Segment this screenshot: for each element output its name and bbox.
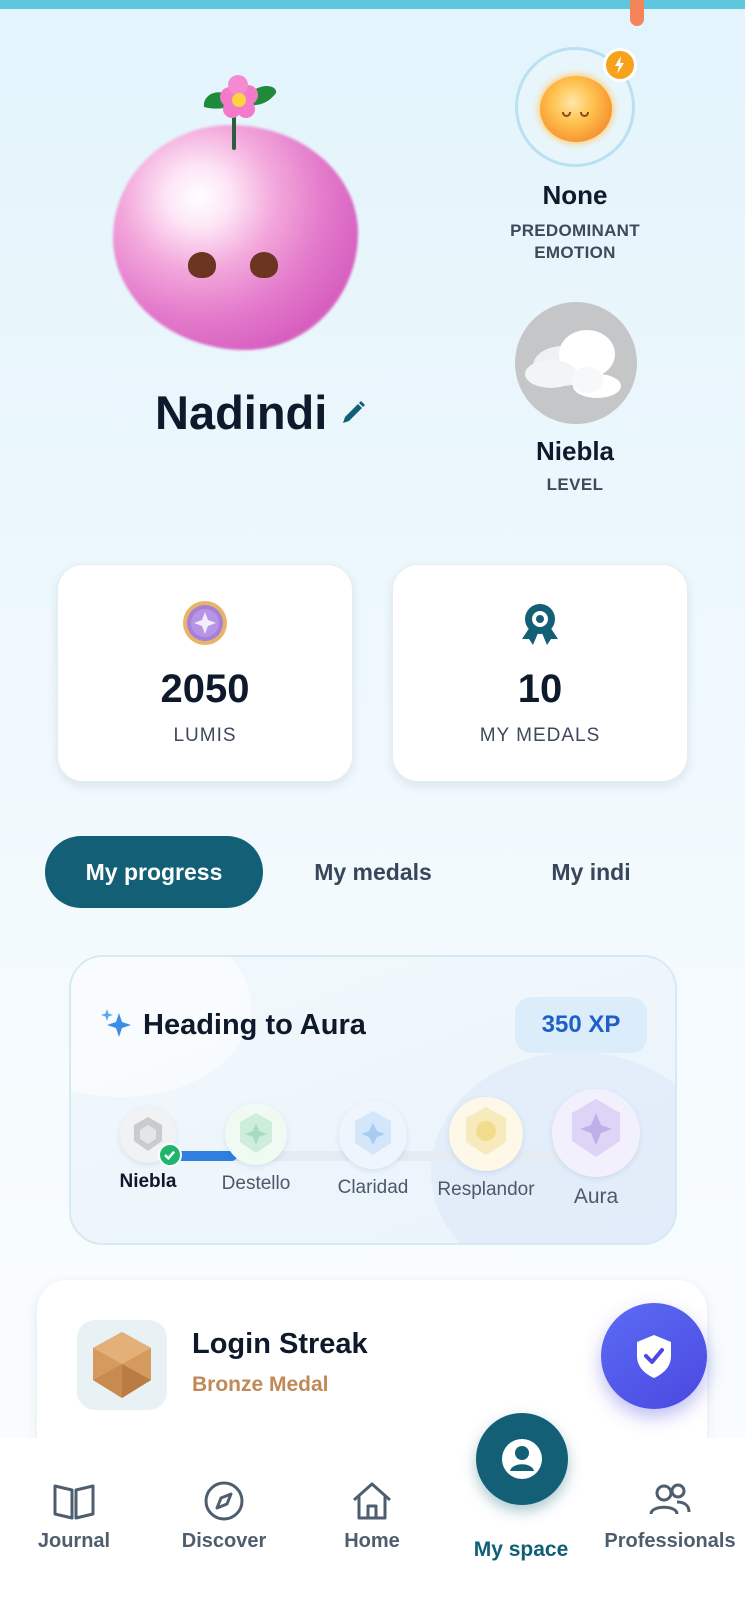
sun-icon [540,76,612,142]
sparkle-icon [101,1009,131,1037]
lumis-coin-icon [183,601,227,645]
user-name: Nadindi [155,386,328,439]
stage-label: Claridad [337,1177,409,1198]
destello-badge-icon [225,1103,287,1165]
aura-badge-icon [552,1089,640,1177]
indi-avatar[interactable] [105,70,365,350]
level-progress-card: Heading to Aura 350 XP Niebla Destello C… [69,955,677,1245]
streak-subtitle: Bronze Medal [192,1373,329,1396]
emotion-label: PREDOMINANT EMOTION [490,220,660,264]
compass-icon [204,1481,244,1521]
my-space-button[interactable] [476,1413,568,1505]
sun-eye-right [580,112,589,117]
nav-label: Professionals [604,1530,736,1552]
status-accent-tick [630,0,644,26]
streak-icon-box [77,1320,167,1410]
emotion-label-line1: PREDOMINANT [510,221,640,240]
bottom-navigation: Journal Discover Home My space Professio… [0,1438,745,1600]
sun-eye-left [562,112,571,117]
stage-label: Aura [573,1185,619,1208]
progress-title: Heading to Aura [143,1009,366,1041]
tab-my-medals[interactable]: My medals [264,836,482,908]
medals-card[interactable]: 10 MY MEDALS [392,564,688,782]
lumis-card[interactable]: 2050 LUMIS [57,564,353,782]
niebla-badge-icon [120,1107,182,1167]
nav-home[interactable]: Home [302,1478,442,1553]
check-icon [158,1143,182,1167]
stage-niebla[interactable]: Niebla [113,1107,183,1193]
avatar-body [113,125,358,350]
user-circle-icon [502,1439,542,1479]
avatar-eye-right [250,252,278,278]
lightning-badge-icon [603,48,637,82]
nav-label: Discover [181,1530,267,1552]
bronze-medal-icon [93,1332,151,1398]
stage-label: Niebla [119,1171,177,1192]
nav-professionals[interactable]: Professionals [600,1478,740,1553]
edit-pencil-icon[interactable] [338,398,368,428]
level-avatar[interactable] [515,302,637,424]
lumis-value: 2050 [160,667,250,711]
nav-label: My space [473,1538,569,1561]
medals-label: MY MEDALS [479,725,601,746]
stage-destello[interactable]: Destello [216,1103,296,1195]
lumis-label: LUMIS [173,725,237,746]
stage-aura[interactable]: Aura [549,1089,643,1209]
flower-icon [203,75,277,118]
emotion-value: None [542,180,608,210]
stage-resplandor[interactable]: Resplandor [431,1097,541,1201]
emotion-label-line2: EMOTION [534,243,616,262]
cloud-icon [525,330,621,398]
level-value: Niebla [535,436,615,466]
home-icon [353,1482,391,1520]
avatar-eye-left [188,252,216,278]
level-label: LEVEL [546,475,604,494]
stage-label: Resplandor [437,1179,535,1200]
nav-label: Journal [37,1530,111,1552]
streak-title: Login Streak [192,1328,368,1360]
nav-discover[interactable]: Discover [154,1478,294,1553]
safety-shield-button[interactable] [601,1303,707,1409]
xp-badge: 350 XP [515,997,647,1053]
shield-check-icon [637,1335,671,1378]
people-icon [649,1483,691,1515]
tab-my-indi[interactable]: My indi [482,836,700,908]
resplandor-badge-icon [449,1097,523,1171]
stage-label: Destello [221,1173,291,1194]
claridad-badge-icon [339,1101,407,1169]
book-icon [53,1484,95,1520]
tab-my-progress[interactable]: My progress [45,836,263,908]
medals-value: 10 [517,667,563,711]
nav-journal[interactable]: Journal [4,1478,144,1553]
nav-label: Home [344,1530,400,1552]
stage-claridad[interactable]: Claridad [328,1101,418,1199]
medal-ribbon-icon [522,604,558,645]
